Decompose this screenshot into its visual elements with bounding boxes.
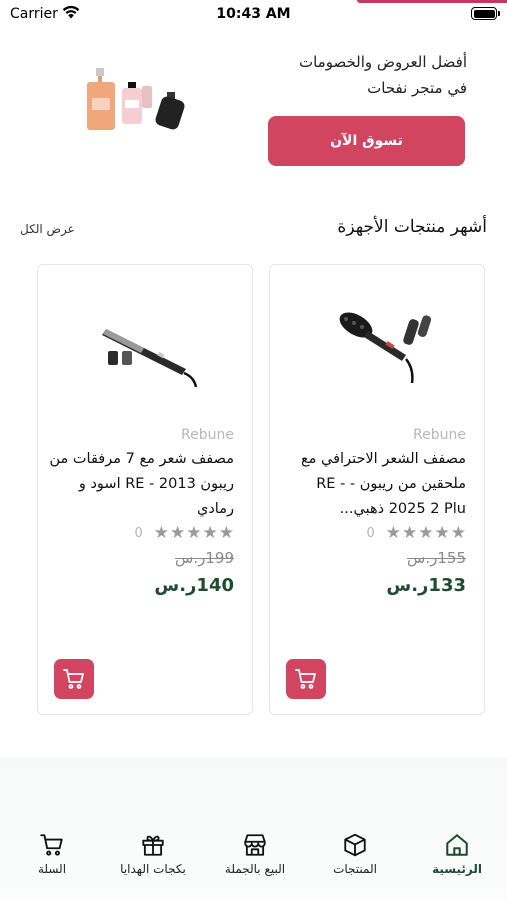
nav-label: السلة <box>37 862 67 876</box>
star-icon: ★ <box>186 523 202 543</box>
shop-now-button[interactable]: تسوق الآن <box>268 116 465 166</box>
nav-item-wholesale[interactable]: البيع بالجملة <box>205 832 305 884</box>
star-icon: ★ <box>153 523 169 543</box>
nav-item-products[interactable]: المنتجات <box>305 832 405 884</box>
nav-label: المنتجات <box>333 862 377 876</box>
hair-straightener-image <box>102 329 198 388</box>
gift-icon <box>142 835 164 856</box>
add-to-cart-button[interactable] <box>286 659 326 699</box>
nav-item-cart[interactable]: السلة <box>2 832 102 884</box>
home-icon <box>446 834 468 856</box>
nav-label: الرئيسية <box>432 862 482 876</box>
product-card[interactable]: Rebune مصفف شعر مع 7 مرفقات من ريبون 201… <box>37 264 253 715</box>
product-rating: ★ ★ ★ ★ ★ 0 <box>134 523 234 543</box>
banner-headline: أفضل العروض والخصومات <box>298 53 467 71</box>
star-icon: ★ <box>202 523 218 543</box>
status-bar: Carrier 10:43 AM <box>0 0 507 30</box>
current-price: 140ر.س <box>154 575 234 596</box>
star-icon: ★ <box>385 523 401 543</box>
nav-label: البيع بالجملة <box>224 862 286 876</box>
old-price: 199ر.س <box>175 549 234 567</box>
battery-icon <box>471 7 500 20</box>
nav-label: بكجات الهدايا <box>120 862 186 876</box>
product-name[interactable]: مصفف الشعر الاحترافي مع ملحقين من ريبون … <box>281 447 466 522</box>
promo-banner: أفضل العروض والخصومات في متجر نفحات تسوق… <box>0 44 507 184</box>
product-brand: Rebune <box>413 427 466 443</box>
cart-icon <box>40 834 63 856</box>
star-icon: ★ <box>434 523 450 543</box>
perfume-bottles-image <box>87 68 185 130</box>
old-price: 155ر.س <box>407 549 466 567</box>
nav-item-gift-packages[interactable]: بكجات الهدايا <box>103 832 203 884</box>
rating-count: 0 <box>366 525 375 541</box>
store-icon <box>244 834 266 856</box>
view-all-link[interactable]: عرض الكل <box>20 222 75 236</box>
hair-brush-dryer-image <box>339 312 432 384</box>
cart-icon <box>63 669 84 689</box>
section-title: أشهر منتجات الأجهزة <box>337 217 487 237</box>
product-name[interactable]: مصفف شعر مع 7 مرفقات من ريبون 2013 - RE … <box>49 447 234 522</box>
star-icon: ★ <box>170 523 186 543</box>
banner-subheadline: في متجر نفحات <box>367 79 467 97</box>
status-time: 10:43 AM <box>216 6 291 22</box>
bottom-navigation: الرئيسية المنتجات البيع بالجملة بكجات ال… <box>0 758 507 900</box>
rating-count: 0 <box>134 525 143 541</box>
star-icon: ★ <box>218 523 234 543</box>
product-brand: Rebune <box>181 427 234 443</box>
box-icon <box>344 833 366 857</box>
cart-icon <box>295 669 316 689</box>
star-icon: ★ <box>418 523 434 543</box>
star-icon: ★ <box>450 523 466 543</box>
top-accent-bar <box>357 0 507 3</box>
star-icon: ★ <box>402 523 418 543</box>
current-price: 133ر.س <box>386 575 466 596</box>
product-card[interactable]: Rebune مصفف الشعر الاحترافي مع ملحقين من… <box>269 264 485 715</box>
add-to-cart-button[interactable] <box>54 659 94 699</box>
nav-item-home[interactable]: الرئيسية <box>407 832 507 884</box>
product-rating: ★ ★ ★ ★ ★ 0 <box>366 523 466 543</box>
